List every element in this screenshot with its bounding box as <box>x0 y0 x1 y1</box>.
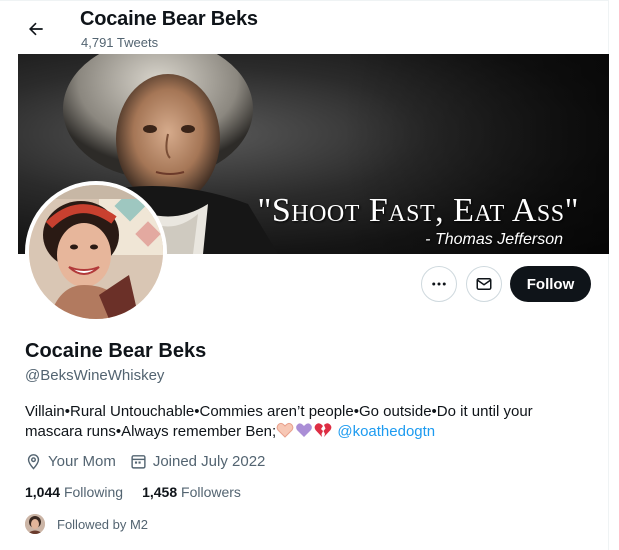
location: Your Mom <box>25 453 116 470</box>
followers-label: Followers <box>181 484 241 500</box>
display-name: Cocaine Bear Beks <box>25 340 207 362</box>
profile-column: Cocaine Bear Beks 4,791 Tweets "Shoot Fa… <box>0 0 609 550</box>
following-label: Following <box>63 484 124 500</box>
follow-button[interactable]: Follow <box>510 266 591 302</box>
location-pin-icon <box>27 454 40 470</box>
banner-attribution: - Thomas Jefferson <box>425 231 563 248</box>
more-dots-icon <box>432 282 446 286</box>
bio-mention-link[interactable]: @koathedogtn <box>337 423 435 440</box>
followed-by-text: Followed by M2 <box>57 516 149 532</box>
tweet-count: 4,791 Tweets <box>81 35 159 50</box>
broken-heart-emoji <box>314 422 332 444</box>
profile-avatar[interactable] <box>25 181 167 323</box>
more-options-button[interactable] <box>421 266 457 302</box>
purple-heart-emoji <box>295 422 313 444</box>
join-date: Joined July 2022 <box>130 453 266 470</box>
following-link[interactable]: 1,044 Following <box>25 484 123 500</box>
following-count: 1,044 <box>25 484 61 500</box>
user-handle: @BeksWineWhiskey <box>25 367 165 384</box>
envelope-icon <box>476 278 492 290</box>
back-button[interactable] <box>20 13 52 45</box>
follow-stats: 1,044 Following 1,458 Followers <box>25 484 260 500</box>
join-date-text: Joined July 2022 <box>152 453 266 470</box>
location-text: Your Mom <box>48 453 116 470</box>
profile-bio: Villain•Rural Untouchable•Commies aren’t… <box>25 402 570 444</box>
profile-meta: Your Mom Joined July 2022 <box>25 453 279 470</box>
followers-count: 1,458 <box>142 484 178 500</box>
header-title: Cocaine Bear Beks <box>80 8 258 30</box>
arrow-left-icon <box>29 22 43 36</box>
heart-hands-emoji <box>276 422 294 444</box>
followers-link[interactable]: 1,458 Followers <box>142 484 241 500</box>
followed-by[interactable]: Followed by M2 <box>25 514 148 534</box>
message-button[interactable] <box>466 266 502 302</box>
avatar-photo <box>29 185 163 319</box>
banner-quote: "Shoot Fast, Eat Ass" <box>257 192 579 229</box>
calendar-icon <box>131 455 146 469</box>
follower-avatar <box>25 514 45 534</box>
